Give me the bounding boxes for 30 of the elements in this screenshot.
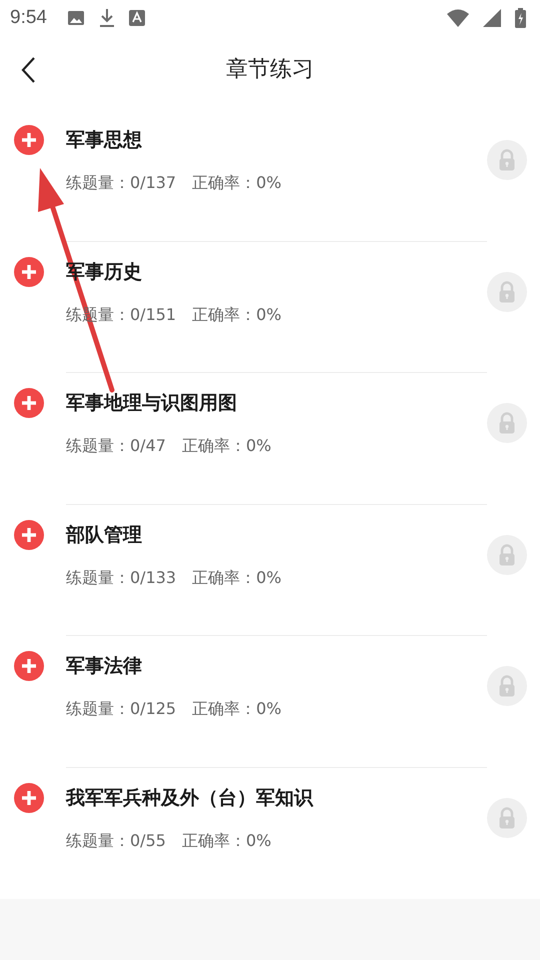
page-title: 章节练习	[226, 56, 314, 84]
chapter-title[interactable]: 军事思想	[66, 127, 487, 153]
add-icon[interactable]	[14, 256, 44, 286]
add-icon[interactable]	[14, 388, 44, 418]
question-count: 练题量：0/47	[66, 436, 166, 457]
signal-icon	[483, 9, 501, 27]
wifi-icon	[447, 9, 469, 27]
add-icon[interactable]	[14, 520, 44, 550]
download-icon	[98, 8, 115, 28]
text-icon	[128, 10, 145, 26]
add-icon[interactable]	[14, 125, 44, 155]
chapter-title[interactable]: 部队管理	[66, 522, 487, 548]
chapter-title[interactable]: 军事地理与识图用图	[66, 390, 487, 416]
question-count: 练题量：0/133	[66, 568, 176, 588]
battery-icon	[515, 8, 526, 28]
chapter-title[interactable]: 我军军兵种及外（台）军知识	[66, 784, 487, 810]
accuracy-rate: 正确率：0%	[192, 699, 282, 720]
accuracy-rate: 正确率：0%	[192, 568, 282, 588]
add-icon[interactable]	[14, 782, 44, 812]
accuracy-rate: 正确率：0%	[192, 304, 282, 326]
image-icon	[66, 9, 85, 27]
question-count: 练题量：0/137	[66, 173, 176, 194]
accuracy-rate: 正确率：0%	[182, 436, 272, 457]
question-count: 练题量：0/125	[66, 699, 176, 720]
status-time: 9:54	[10, 7, 47, 29]
accuracy-rate: 正确率：0%	[182, 830, 272, 852]
accuracy-rate: 正确率：0%	[192, 173, 282, 194]
chapter-title[interactable]: 军事法律	[66, 653, 487, 679]
add-icon[interactable]	[14, 651, 44, 681]
question-count: 练题量：0/55	[66, 830, 166, 852]
